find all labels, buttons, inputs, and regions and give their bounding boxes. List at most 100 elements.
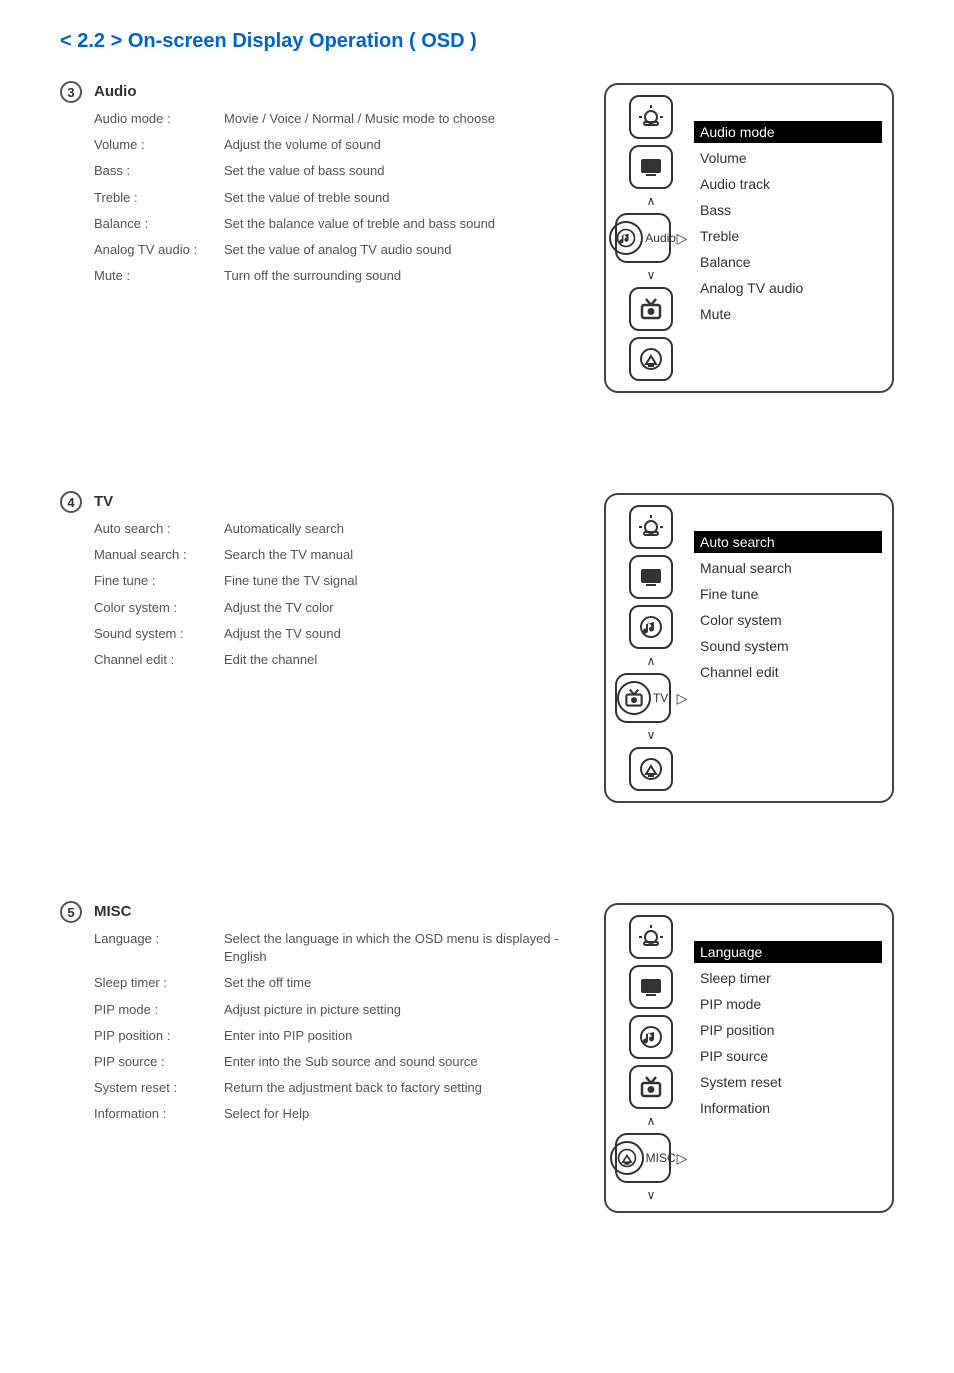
osd-tab-brightness[interactable] — [629, 505, 673, 549]
section-number-badge: 3 — [60, 81, 82, 103]
osd-menu-item[interactable]: Bass — [694, 199, 882, 221]
osd-tab-tv[interactable] — [629, 287, 673, 331]
section-tv: 4 TV Auto search : Automatically search … — [60, 493, 894, 803]
osd-tab-brightness[interactable] — [629, 915, 673, 959]
osd-active-label: MISC — [646, 1151, 676, 1165]
osd-menu-item[interactable]: Analog TV audio — [694, 277, 882, 299]
definition-description: Movie / Voice / Normal / Music mode to c… — [224, 110, 584, 128]
definition-row: Mute : Turn off the surrounding sound — [94, 267, 584, 285]
osd-menu-item[interactable]: Information — [694, 1097, 882, 1119]
definition-row: Manual search : Search the TV manual — [94, 546, 584, 564]
definition-description: Set the value of treble sound — [224, 189, 584, 207]
triangle-right-icon: ▷ — [677, 690, 688, 707]
osd-tab-misc[interactable] — [629, 747, 673, 791]
osd-menu-item[interactable]: PIP position — [694, 1019, 882, 1041]
osd-menu-item[interactable]: Balance — [694, 251, 882, 273]
definition-row: Balance : Set the balance value of trebl… — [94, 215, 584, 233]
chevron-down-icon: ∨ — [647, 1189, 656, 1201]
osd-menu-item[interactable]: Language — [694, 941, 882, 963]
definition-row: Language : Select the language in which … — [94, 930, 584, 966]
osd-active-label: Audio — [645, 231, 676, 245]
definition-label: Volume : — [94, 136, 224, 154]
definition-label: Information : — [94, 1105, 224, 1123]
definition-description: Search the TV manual — [224, 546, 584, 564]
definition-row: PIP source : Enter into the Sub source a… — [94, 1053, 584, 1071]
osd-tab-display[interactable] — [629, 145, 673, 189]
osd-menu-item[interactable]: Sleep timer — [694, 967, 882, 989]
chevron-up-icon: ∧ — [647, 195, 656, 207]
osd-menu-item[interactable]: Channel edit — [694, 661, 882, 683]
definition-label: PIP source : — [94, 1053, 224, 1071]
section-misc: 5 MISC Language : Select the language in… — [60, 903, 894, 1213]
osd-menu-item[interactable]: Mute — [694, 303, 882, 325]
definition-description: Turn off the surrounding sound — [224, 267, 584, 285]
definition-description: Automatically search — [224, 520, 584, 538]
chevron-up-icon: ∧ — [647, 655, 656, 667]
osd-menu-item[interactable]: Treble — [694, 225, 882, 247]
osd-tab-display[interactable] — [629, 965, 673, 1009]
osd-menu-item[interactable]: Color system — [694, 609, 882, 631]
definition-label: Channel edit : — [94, 651, 224, 669]
definition-description: Enter into PIP position — [224, 1027, 584, 1045]
definition-row: System reset : Return the adjustment bac… — [94, 1079, 584, 1097]
definition-description: Adjust picture in picture setting — [224, 1001, 584, 1019]
definition-row: Bass : Set the value of bass sound — [94, 162, 584, 180]
definition-row: Channel edit : Edit the channel — [94, 651, 584, 669]
definition-description: Set the balance value of treble and bass… — [224, 215, 584, 233]
definition-label: Auto search : — [94, 520, 224, 538]
osd-menu-item[interactable]: Audio mode — [694, 121, 882, 143]
definition-description: Return the adjustment back to factory se… — [224, 1079, 584, 1097]
osd-active-tab[interactable]: TV ▷ — [615, 673, 688, 723]
definition-list: Language : Select the language in which … — [94, 930, 584, 1124]
definition-label: Color system : — [94, 599, 224, 617]
osd-menu-item[interactable]: System reset — [694, 1071, 882, 1093]
definition-description: Adjust the volume of sound — [224, 136, 584, 154]
section-title: MISC — [94, 903, 584, 920]
osd-menu-item[interactable]: Manual search — [694, 557, 882, 579]
definition-label: Treble : — [94, 189, 224, 207]
osd-tab-audio[interactable] — [629, 1015, 673, 1059]
osd-active-tab[interactable]: Audio ▷ — [615, 213, 688, 263]
definition-label: Analog TV audio : — [94, 241, 224, 259]
section-title: TV — [94, 493, 584, 510]
osd-tab-brightness[interactable] — [629, 95, 673, 139]
osd-active-tab[interactable]: MISC ▷ — [615, 1133, 688, 1183]
osd-panel: ∧ TV ▷ ∨ Auto search Manual search Fine tu… — [604, 493, 894, 803]
osd-tab-misc[interactable] — [629, 337, 673, 381]
definition-row: Volume : Adjust the volume of sound — [94, 136, 584, 154]
definition-row: Color system : Adjust the TV color — [94, 599, 584, 617]
chevron-down-icon: ∨ — [647, 729, 656, 741]
section-title: Audio — [94, 83, 584, 100]
definition-description: Enter into the Sub source and sound sour… — [224, 1053, 584, 1071]
definition-label: Balance : — [94, 215, 224, 233]
definition-list: Auto search : Automatically search Manua… — [94, 520, 584, 669]
definition-label: Audio mode : — [94, 110, 224, 128]
osd-tab-tv[interactable] — [629, 1065, 673, 1109]
osd-menu-item[interactable]: Auto search — [694, 531, 882, 553]
definition-row: PIP mode : Adjust picture in picture set… — [94, 1001, 584, 1019]
definition-description: Adjust the TV color — [224, 599, 584, 617]
section-number-badge: 5 — [60, 901, 82, 923]
definition-description: Set the value of analog TV audio sound — [224, 241, 584, 259]
section-audio: 3 Audio Audio mode : Movie / Voice / Nor… — [60, 83, 894, 393]
osd-tab-audio[interactable] — [629, 605, 673, 649]
definition-row: Fine tune : Fine tune the TV signal — [94, 572, 584, 590]
definition-label: Language : — [94, 930, 224, 966]
osd-tab-column: ∧ Audio ▷ ∨ — [616, 95, 686, 381]
osd-menu-item[interactable]: PIP mode — [694, 993, 882, 1015]
osd-menu-item[interactable]: Volume — [694, 147, 882, 169]
definition-list: Audio mode : Movie / Voice / Normal / Mu… — [94, 110, 584, 285]
osd-menu-item[interactable]: Fine tune — [694, 583, 882, 605]
osd-menu-list: Language Sleep timer PIP mode PIP position P… — [694, 915, 882, 1201]
section-number-badge: 4 — [60, 491, 82, 513]
osd-menu-item[interactable]: Audio track — [694, 173, 882, 195]
osd-menu-list: Audio mode Volume Audio track Bass Treble Bal… — [694, 95, 882, 381]
definition-row: Information : Select for Help — [94, 1105, 584, 1123]
osd-menu-item[interactable]: Sound system — [694, 635, 882, 657]
triangle-right-icon: ▷ — [677, 1150, 688, 1167]
osd-menu-item[interactable]: PIP source — [694, 1045, 882, 1067]
definition-row: Audio mode : Movie / Voice / Normal / Mu… — [94, 110, 584, 128]
definition-row: Treble : Set the value of treble sound — [94, 189, 584, 207]
definition-description: Fine tune the TV signal — [224, 572, 584, 590]
osd-tab-display[interactable] — [629, 555, 673, 599]
